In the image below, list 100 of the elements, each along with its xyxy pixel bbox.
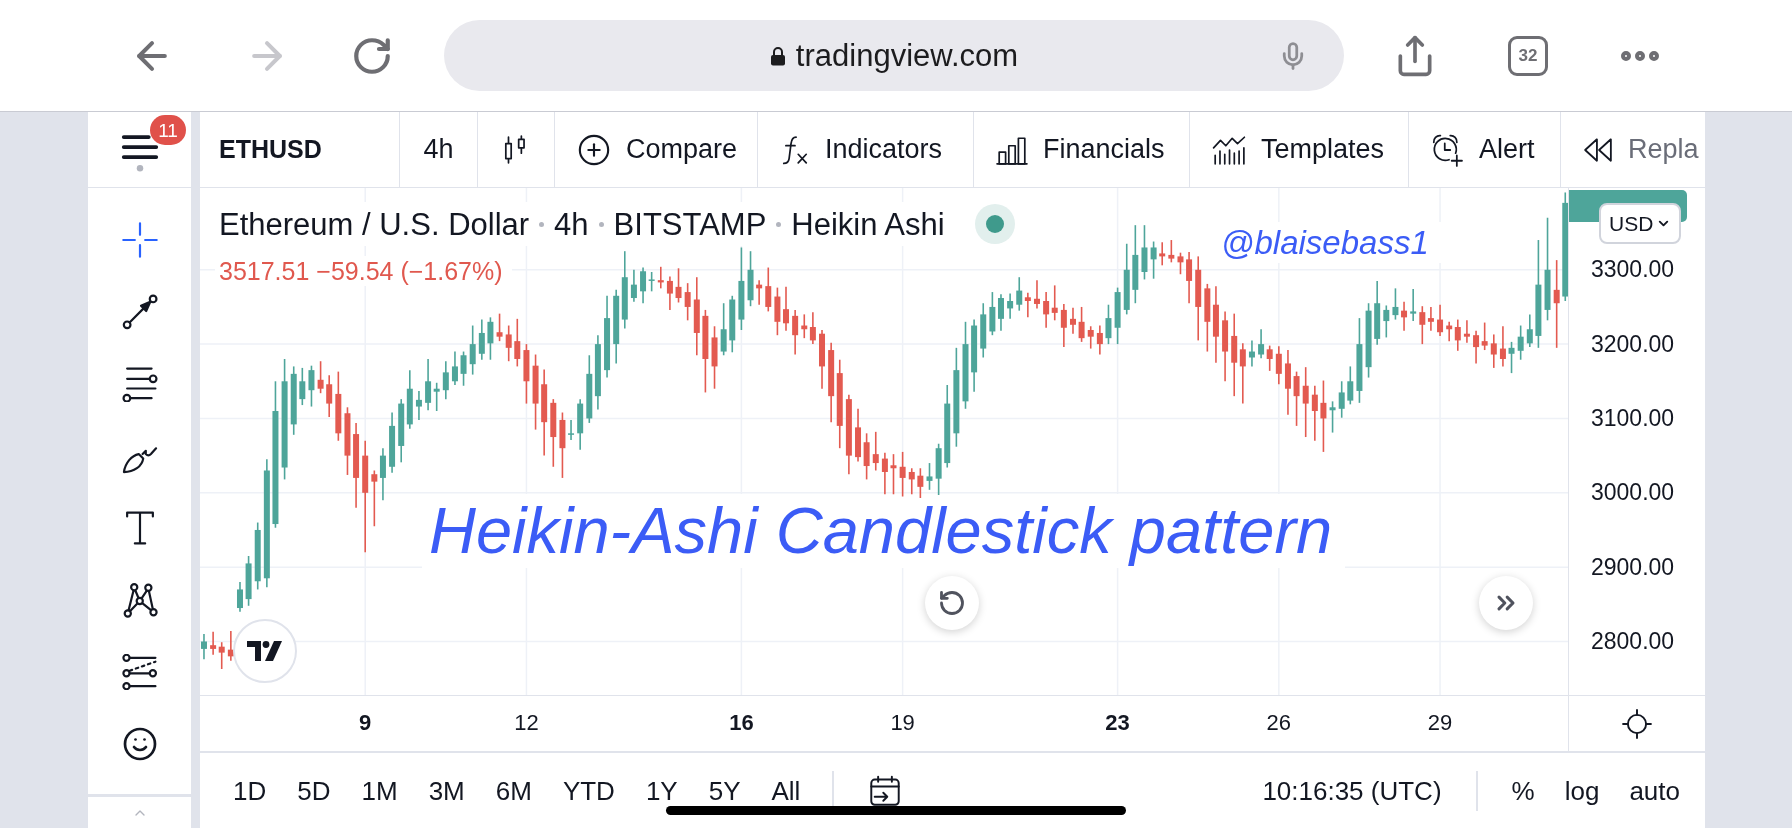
candle <box>478 318 485 361</box>
range-button[interactable]: 5D <box>297 777 331 804</box>
candle <box>299 367 306 406</box>
range-button[interactable]: 5Y <box>708 777 741 804</box>
smiley-icon[interactable] <box>121 726 158 762</box>
sun-icon[interactable] <box>1622 708 1652 739</box>
candle <box>1078 306 1085 343</box>
chart-bars-icon <box>1212 134 1246 165</box>
price-label: 2900.00 <box>1591 555 1675 579</box>
candle <box>1114 286 1121 345</box>
templates-button[interactable]: Templates <box>1190 112 1409 187</box>
candle <box>1374 280 1381 346</box>
auto-scale-button[interactable]: auto <box>1629 777 1680 804</box>
candle <box>1490 333 1497 369</box>
candle <box>1096 324 1103 356</box>
date-label: 12 <box>514 712 539 734</box>
calendar-icon[interactable] <box>869 774 902 807</box>
crosshair-icon[interactable] <box>121 222 158 258</box>
candle <box>917 467 924 499</box>
financials-button[interactable]: Financials <box>974 112 1190 187</box>
candle <box>1007 292 1014 320</box>
price-label: 3200.00 <box>1591 332 1675 356</box>
candle <box>326 374 333 418</box>
legend-text: 4h <box>554 208 589 240</box>
tab-count-button[interactable]: 32 <box>1508 35 1548 76</box>
candle <box>469 324 476 376</box>
clock-button[interactable]: 10:16:35 (UTC) <box>1262 777 1442 804</box>
candle <box>1437 303 1444 337</box>
range-button[interactable]: 3M <box>428 777 465 804</box>
candle <box>756 279 763 306</box>
candle <box>559 411 566 479</box>
candle <box>675 267 682 304</box>
currency-button[interactable]: USD <box>1599 203 1682 244</box>
candle <box>1284 349 1291 416</box>
pattern-icon[interactable] <box>121 582 158 618</box>
candle <box>1060 303 1067 348</box>
candle <box>1177 251 1184 276</box>
candle <box>1159 241 1166 267</box>
candle <box>998 293 1004 332</box>
price-label: 3000.00 <box>1591 481 1675 505</box>
candle <box>1499 325 1506 368</box>
range-button[interactable]: All <box>771 777 801 804</box>
range-button[interactable]: 1Y <box>645 777 678 804</box>
candle <box>514 318 521 368</box>
horizontal-lines-icon[interactable] <box>121 366 158 402</box>
price-change-text: 3517.51 −59.54 (−1.67%) <box>219 259 503 284</box>
reset-button[interactable] <box>925 576 979 630</box>
candle <box>1105 303 1112 345</box>
alarm-clock-plus-icon <box>1431 132 1464 167</box>
candle <box>935 442 942 496</box>
candle <box>1293 370 1300 427</box>
candle <box>487 316 494 361</box>
candle <box>792 309 799 356</box>
candle <box>460 350 467 387</box>
candle <box>550 398 557 468</box>
candle <box>1401 300 1408 332</box>
candle <box>577 398 584 451</box>
candle <box>1508 341 1515 374</box>
interval-button[interactable]: 4h <box>400 112 478 187</box>
alert-button[interactable]: Alert <box>1409 112 1561 187</box>
date-label: 29 <box>1427 712 1453 734</box>
candle <box>344 406 351 476</box>
candle <box>630 268 637 303</box>
scroll-right-button[interactable] <box>1479 576 1533 630</box>
range-button[interactable]: YTD <box>562 777 615 804</box>
candle <box>1141 224 1148 281</box>
log-scale-button[interactable]: log <box>1564 777 1600 804</box>
legend-text: BITSTAMP <box>613 208 767 240</box>
date-label: 19 <box>890 712 915 734</box>
replay-button[interactable]: Repla <box>1561 112 1705 187</box>
parallel-lines-icon[interactable] <box>121 654 158 690</box>
address-bar[interactable]: tradingview.com <box>444 20 1344 91</box>
candle <box>1275 345 1282 386</box>
candle <box>1347 365 1354 406</box>
candle <box>290 365 297 436</box>
range-button[interactable]: 1M <box>361 777 398 804</box>
candle <box>1392 287 1399 321</box>
candle <box>720 302 727 357</box>
symbol-button[interactable]: ETHUSD <box>200 112 400 187</box>
notification-badge: 11 <box>150 115 186 145</box>
candle <box>989 291 996 336</box>
candle <box>1526 313 1533 348</box>
candle <box>568 419 575 441</box>
candle <box>855 408 861 463</box>
candle <box>1186 251 1193 305</box>
candle <box>389 411 396 474</box>
candle <box>729 295 736 354</box>
range-button[interactable]: 1D <box>233 777 267 804</box>
address-text: tradingview.com <box>795 40 1019 71</box>
compare-button[interactable]: Compare <box>555 112 758 187</box>
candle <box>1383 304 1390 339</box>
candle <box>245 555 252 607</box>
candle <box>1338 380 1345 419</box>
candle <box>819 329 825 390</box>
range-button[interactable]: 6M <box>495 777 532 804</box>
indicators-button[interactable]: Indicators <box>758 112 974 187</box>
candle <box>1311 384 1318 442</box>
candle <box>523 343 530 405</box>
percent-scale-button[interactable]: % <box>1511 777 1535 804</box>
trend-line-icon[interactable] <box>121 294 158 330</box>
